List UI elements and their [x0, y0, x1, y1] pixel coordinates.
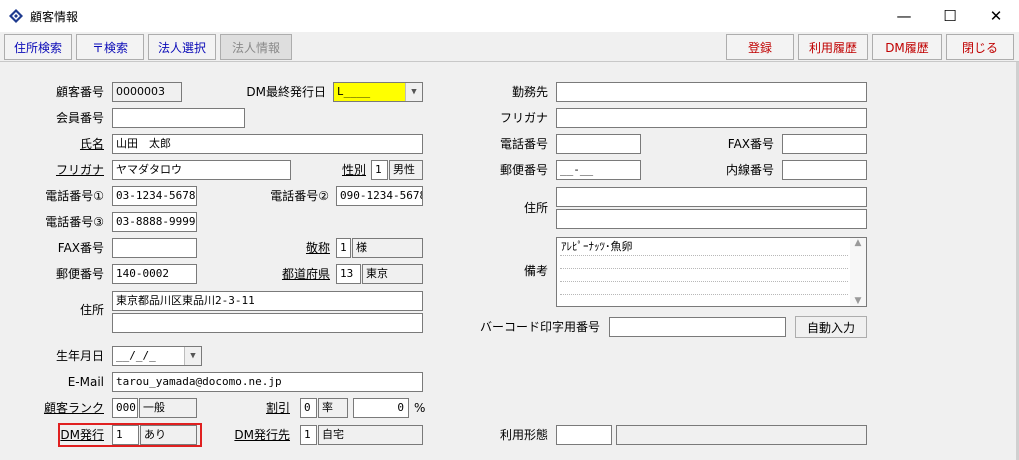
work-fax-input[interactable] [782, 134, 867, 154]
title-bar [0, 0, 1019, 32]
furigana-label[interactable]: フリガナ [20, 160, 104, 180]
percent-unit: % [414, 401, 426, 415]
corp-select-button[interactable]: 法人選択 [148, 34, 216, 60]
auto-input-button[interactable]: 自動入力 [795, 316, 867, 338]
phone3-input[interactable]: 03-8888-9999 [112, 212, 197, 232]
window-title: 顧客情報 [30, 10, 79, 24]
ruled-line [560, 268, 848, 269]
chevron-down-icon[interactable]: ▼ [405, 83, 422, 101]
workplace-label: 勤務先 [511, 85, 548, 99]
maximize-icon[interactable]: ☐ [927, 0, 973, 32]
birthdate-label: 生年月日 [55, 349, 104, 363]
barcode-label: バーコード印字用番号 [479, 320, 600, 334]
zip-label: 郵便番号 [55, 267, 104, 281]
workplace-kana-input[interactable] [556, 108, 867, 128]
extension-label: 内線番号 [725, 163, 774, 177]
corp-info-button[interactable]: 法人情報 [220, 34, 292, 60]
rank-code-input[interactable]: 000 [112, 398, 138, 418]
birthdate-value: __/_/_ [116, 349, 156, 362]
minimize-icon[interactable]: — [881, 0, 927, 32]
work-zip-input[interactable]: __-__ [556, 160, 641, 180]
gender-label[interactable]: 性別 [330, 160, 366, 180]
phone1-input[interactable]: 03-1234-5678 [112, 186, 197, 206]
ruled-line [560, 255, 848, 256]
fax-label: FAX番号 [57, 241, 104, 255]
prefecture-code-input[interactable]: 13 [336, 264, 361, 284]
customer-no-field: 0000003 [112, 82, 182, 102]
work-fax-label: FAX番号 [727, 137, 774, 151]
dm-history-button[interactable]: DM履歴 [872, 34, 942, 60]
ruled-line [560, 294, 848, 295]
name-input[interactable]: 山田 太郎 [112, 134, 423, 154]
remarks-label: 備考 [523, 264, 548, 278]
address-label: 住所 [79, 303, 104, 317]
honorific-code-input[interactable]: 1 [336, 238, 351, 258]
dm-dest-text: 自宅 [318, 425, 423, 445]
dm-issue-highlight-box [58, 423, 202, 447]
usage-type-code-input[interactable] [556, 425, 612, 445]
work-phone-label: 電話番号 [499, 137, 548, 151]
dm-last-issue-value: L____ [337, 85, 371, 98]
remarks-textarea[interactable]: ｱﾚﾋﾟｰﾅｯﾂ･魚卵 ▲ ▼ [556, 237, 867, 307]
workplace-kana-label: フリガナ [499, 111, 548, 125]
remarks-scrollbar[interactable]: ▲ ▼ [850, 238, 866, 306]
workplace-input[interactable] [556, 82, 867, 102]
usage-history-button[interactable]: 利用履歴 [798, 34, 868, 60]
dm-last-issue-date-input[interactable]: L____ ▼ [333, 82, 423, 102]
work-address-label: 住所 [523, 201, 548, 215]
email-label: E-Mail [67, 375, 104, 389]
discount-value-input[interactable]: 0 [353, 398, 409, 418]
chevron-down-icon[interactable]: ▼ [855, 296, 862, 306]
phone2-input[interactable]: 090-1234-5678 [336, 186, 423, 206]
birthdate-input[interactable]: __/_/_ ▼ [112, 346, 202, 366]
member-no-input[interactable] [112, 108, 245, 128]
phone3-label: 電話番号③ [45, 215, 104, 229]
address-line1-input[interactable]: 東京都品川区東品川2-3-11 [112, 291, 423, 311]
register-button[interactable]: 登録 [726, 34, 794, 60]
chevron-up-icon[interactable]: ▲ [855, 238, 862, 248]
zip-input[interactable]: 140-0002 [112, 264, 197, 284]
work-address-line2-input[interactable] [556, 209, 867, 229]
discount-label[interactable]: 割引 [250, 398, 290, 418]
usage-type-label: 利用形態 [499, 428, 548, 442]
gender-text: 男性 [389, 160, 423, 180]
address-search-button[interactable]: 住所検索 [4, 34, 72, 60]
member-no-label: 会員番号 [55, 111, 104, 125]
dm-dest-label[interactable]: DM発行先 [220, 425, 290, 445]
gender-code-input[interactable]: 1 [371, 160, 388, 180]
ruled-line [560, 281, 848, 282]
prefecture-label[interactable]: 都道府県 [270, 264, 330, 284]
work-phone-input[interactable] [556, 134, 641, 154]
discount-code-input[interactable]: 0 [300, 398, 317, 418]
work-address-line1-input[interactable] [556, 187, 867, 207]
rank-text: 一般 [139, 398, 197, 418]
honorific-text: 様 [352, 238, 423, 258]
address-line2-input[interactable] [112, 313, 423, 333]
usage-type-text [616, 425, 867, 445]
diamond-app-icon [9, 9, 23, 23]
close-button[interactable]: 閉じる [946, 34, 1014, 60]
email-input[interactable]: tarou_yamada@docomo.ne.jp [112, 372, 423, 392]
close-icon[interactable]: ✕ [973, 0, 1019, 32]
phone2-label: 電話番号② [270, 189, 329, 203]
fax-input[interactable] [112, 238, 197, 258]
chevron-down-icon[interactable]: ▼ [184, 347, 201, 365]
rank-label[interactable]: 顧客ランク [20, 398, 104, 418]
work-zip-label: 郵便番号 [499, 163, 548, 177]
honorific-label[interactable]: 敬称 [290, 238, 330, 258]
remarks-text: ｱﾚﾋﾟｰﾅｯﾂ･魚卵 [561, 240, 633, 253]
name-label[interactable]: 氏名 [20, 134, 104, 154]
extension-input[interactable] [782, 160, 867, 180]
barcode-input[interactable] [609, 317, 786, 337]
dm-last-issue-label: DM最終発行日 [246, 85, 326, 99]
discount-type-text: 率 [318, 398, 348, 418]
zip-search-button[interactable]: 〒検索 [76, 34, 144, 60]
customer-no-label: 顧客番号 [55, 85, 104, 99]
phone1-label: 電話番号① [45, 189, 104, 203]
dm-dest-code-input[interactable]: 1 [300, 425, 317, 445]
furigana-input[interactable]: ヤマダタロウ [112, 160, 291, 180]
prefecture-text: 東京 [362, 264, 423, 284]
